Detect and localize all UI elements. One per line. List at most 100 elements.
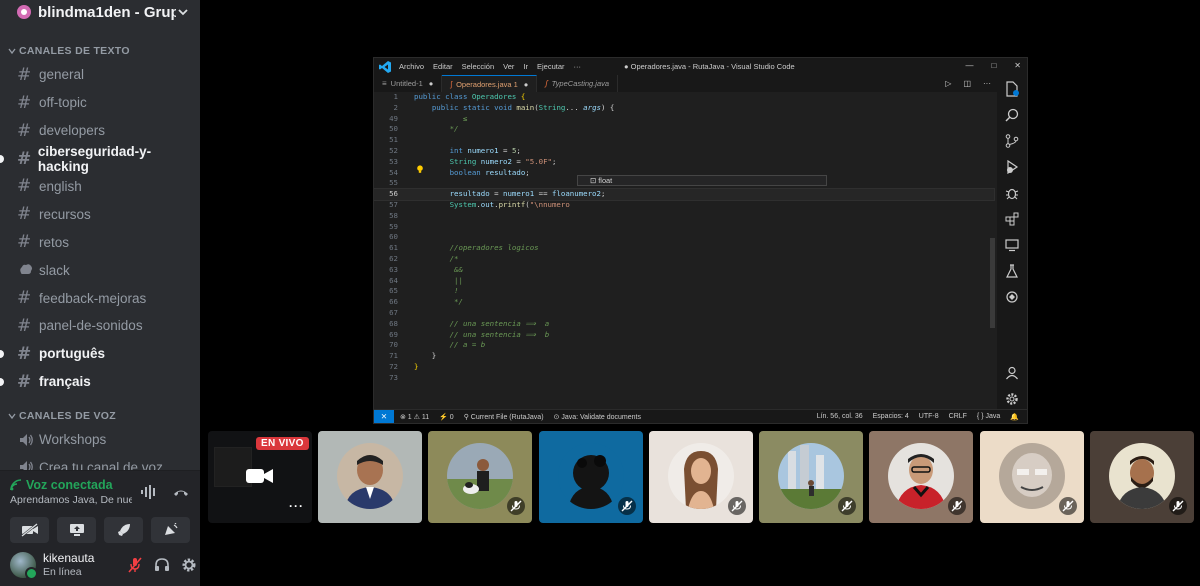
testing-icon[interactable] [1003,261,1021,281]
encoding-indicator[interactable]: UTF-8 [919,413,939,421]
stream-preview-tile[interactable]: EN VIVO ··· [208,431,312,523]
code-line[interactable]: 64 || [374,276,994,287]
code-line[interactable]: 52 int numero1 = 5; [374,146,994,157]
language-indicator[interactable]: { } Java [977,413,1000,421]
participant-tile[interactable] [539,431,643,523]
menu-item[interactable]: Archivo [399,62,424,71]
menu-item[interactable]: Ir [523,62,528,71]
microphone-muted-icon[interactable] [127,556,143,573]
channel-item[interactable]: # ciberseguridad-y-hacking [0,144,192,174]
notifications-icon[interactable]: 🔔 [1010,413,1019,421]
run-debug-icon[interactable] [1003,157,1021,177]
problems-indicator[interactable]: ⊗ 1 ⚠ 11 [400,413,429,421]
channel-item[interactable]: # off-topic [8,90,192,116]
editor-tab[interactable]: ≡ Untitled-1 ● [374,75,443,92]
search-icon[interactable] [1003,105,1021,125]
voice-channel-name[interactable]: Aprendamos Java, De nuev... [10,494,132,506]
account-icon[interactable] [1003,363,1021,383]
code-line[interactable]: 68 // una sentencia ⟹ a [374,319,994,330]
participant-tile[interactable] [980,431,1084,523]
code-line[interactable]: 50 */ [374,124,994,135]
code-line[interactable]: 62 /* [374,254,994,265]
participant-tile[interactable] [759,431,863,523]
channel-item[interactable]: # français [0,369,192,395]
participant-tile[interactable] [318,431,422,523]
eol-indicator[interactable]: CRLF [949,413,967,421]
code-line[interactable]: 72} [374,362,994,373]
docker-icon[interactable] [1003,287,1021,307]
signal-icon[interactable] [10,479,22,491]
current-file-indicator[interactable]: ⚲ Current File (RutaJava) [464,413,544,421]
participant-tile[interactable] [1090,431,1194,523]
more-actions-icon[interactable]: ··· [983,79,991,88]
soundboard-button[interactable] [151,517,190,543]
code-line[interactable]: 58 [374,211,994,222]
code-line[interactable]: 1 public class Operadores { [374,92,994,103]
voice-category-header[interactable]: CANALES DE VOZ [0,407,200,425]
editor-scrollbar[interactable] [990,238,995,328]
cursor-position[interactable]: Lín. 56, col. 36 [817,413,863,421]
code-line[interactable]: 56 resultado = numero1 == floanumero2; [374,188,995,201]
more-options-icon[interactable]: ··· [289,499,304,513]
menu-item[interactable]: Editar [433,62,453,71]
headphones-icon[interactable] [154,557,170,573]
disconnect-icon[interactable] [172,484,190,500]
maximize-button[interactable]: □ [991,61,996,70]
code-line[interactable]: 65 ! [374,286,994,297]
code-line[interactable]: 66 */ [374,297,994,308]
code-line[interactable]: 59 [374,222,994,233]
voice-channel-item[interactable]: Workshops [8,427,192,453]
share-screen-button[interactable] [57,517,96,543]
run-icon[interactable]: ▷ [945,79,951,88]
editor-tab[interactable]: ʃ TypeCasting.java [537,75,619,92]
menu-item[interactable]: Ejecutar [537,62,565,71]
channel-item[interactable]: # english [8,173,192,199]
channel-item[interactable]: # recursos [8,201,192,227]
java-status[interactable]: ⊙ Java: Validate documents [554,413,641,421]
channel-item[interactable]: # general [8,62,192,88]
code-line[interactable]: 67 [374,308,994,319]
unsaved-dot-icon[interactable]: ● [429,79,434,88]
close-button[interactable]: ✕ [1014,61,1021,70]
code-line[interactable]: 73 [374,373,994,384]
code-line[interactable]: 69 // una sentencia ⟹ b [374,330,994,341]
source-control-icon[interactable] [1003,131,1021,151]
server-header[interactable]: blindma1den - Grupo ... [0,0,200,24]
text-category-header[interactable]: CANALES DE TEXTO [0,42,200,60]
remote-explorer-icon[interactable] [1003,235,1021,255]
minimize-button[interactable]: — [965,61,973,70]
code-line[interactable]: 60 [374,232,994,243]
autocomplete-suggestion[interactable]: ⊡ float [577,175,827,186]
username[interactable]: kikenauta [43,551,121,565]
avatar[interactable] [10,551,38,580]
menu-item[interactable]: Selección [462,62,495,71]
code-line[interactable]: 63 && [374,265,994,276]
extensions-icon[interactable] [1003,209,1021,229]
ports-indicator[interactable]: ⚡ 0 [439,413,454,421]
code-line[interactable]: 2 public static void main(String... args… [374,103,994,114]
code-line[interactable]: 70 // a = b [374,340,994,351]
bug-icon[interactable] [1003,183,1021,203]
participant-tile[interactable] [869,431,973,523]
noise-suppression-icon[interactable] [140,484,158,500]
more-menu-icon[interactable]: ··· [574,62,582,71]
channel-item[interactable]: # developers [8,118,192,144]
menu-item[interactable]: Ver [503,62,514,71]
participant-tile[interactable] [428,431,532,523]
code-line[interactable]: 51 [374,135,994,146]
channel-item[interactable]: # português [0,341,192,367]
indentation-indicator[interactable]: Espacios: 4 [873,413,909,421]
code-line[interactable]: 61 //operadores logicos [374,243,994,254]
channel-item[interactable]: # feedback-mejoras [8,285,192,311]
settings-gear-icon[interactable] [1003,389,1021,409]
chevron-down-icon[interactable] [176,5,190,19]
split-editor-icon[interactable]: ◫ [963,79,971,88]
channel-item[interactable]: # retos [8,229,192,255]
editor-tab[interactable]: ʃ Operadores.java 1 ● [442,75,538,92]
channel-item[interactable]: # panel-de-sonidos [8,313,192,339]
explorer-icon[interactable] [1003,79,1021,99]
code-line[interactable]: 53 String numero2 = "5.0F"; [374,157,994,168]
participant-tile[interactable] [649,431,753,523]
lightbulb-icon[interactable] [416,165,424,173]
camera-off-button[interactable] [10,517,49,543]
